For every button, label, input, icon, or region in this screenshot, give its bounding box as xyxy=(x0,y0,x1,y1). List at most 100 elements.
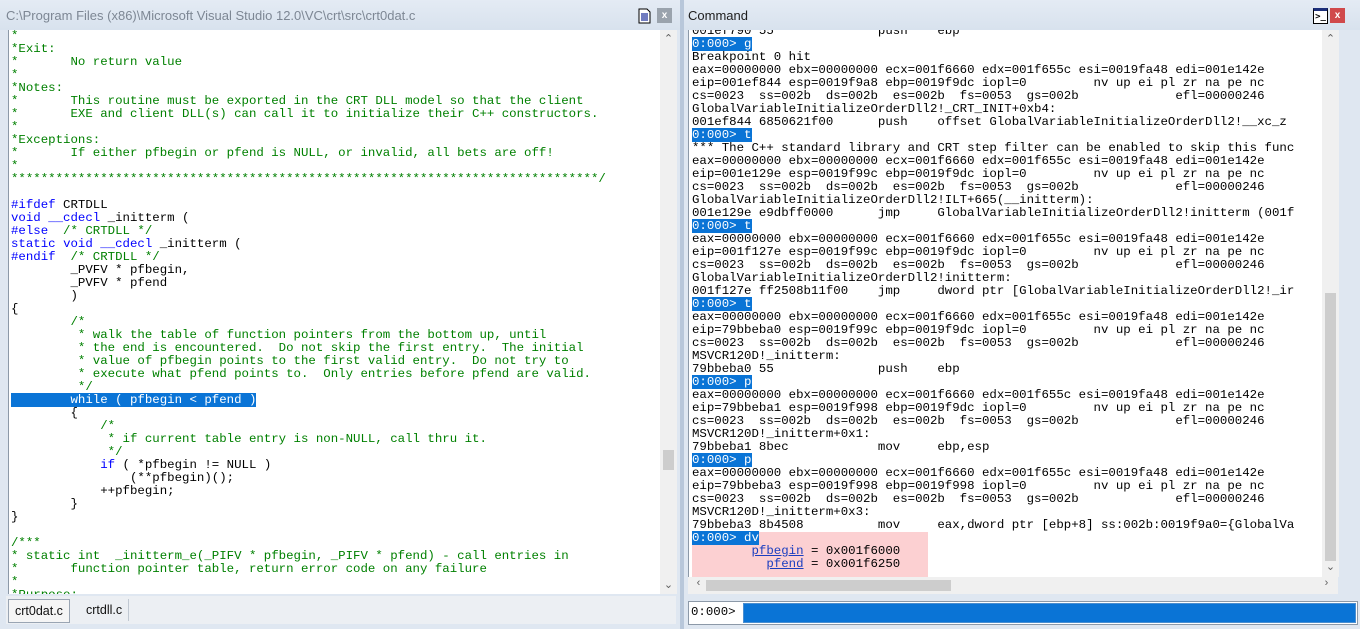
code-token: cs=0023 ss=002b ds=002b es=002b fs=0053 … xyxy=(692,258,1265,272)
code-line: *Purpose: xyxy=(11,588,606,595)
variable-link[interactable]: pfend xyxy=(766,557,803,571)
code-token: * xyxy=(11,575,19,589)
command-output[interactable]: 001ef790 55 push ebp 0:000> g Breakpoint 0… xyxy=(688,30,1339,577)
output-line: 79bbeba3 8b4508 mov eax,dword ptr [ebp+8… xyxy=(692,519,1294,532)
code-token: /* xyxy=(11,315,86,329)
source-code: * *Exit: * No return value * *Notes: * This r… xyxy=(11,30,606,594)
code-token: eax=00000000 ebx=00000000 ecx=001f6660 e… xyxy=(692,466,1265,480)
code-line: ****************************************… xyxy=(11,173,606,186)
source-vertical-scrollbar[interactable]: ⌃ ⌄ xyxy=(660,30,677,594)
code-token: * execute what pfend points to. Only ent… xyxy=(11,367,591,381)
code-token: eax=00000000 ebx=00000000 ecx=001f6660 e… xyxy=(692,154,1265,168)
code-token: * EXE and client DLL(s) can call it to i… xyxy=(11,107,599,121)
command-window: Command >_ x 001ef790 55 push ebp 0:000> … xyxy=(684,0,1360,629)
code-token: #ifdef xyxy=(11,198,56,212)
code-token: *Exceptions: xyxy=(11,133,101,147)
command-prompt: 0:000> g xyxy=(692,37,752,51)
code-line: * EXE and client DLL(s) can call it to i… xyxy=(11,108,606,121)
command-prompt: 0:000> dv xyxy=(692,531,759,545)
code-token: MSVCR120D!_initterm+0x3: xyxy=(692,505,871,519)
code-line: * execute what pfend points to. Only ent… xyxy=(11,368,606,381)
command-horizontal-scrollbar[interactable]: ‹ › xyxy=(688,577,1338,594)
code-token: cs=0023 ss=002b ds=002b es=002b fs=0053 … xyxy=(692,336,1265,350)
source-window-title: C:\Program Files (x86)\Microsoft Visual … xyxy=(6,8,416,23)
code-token: * if current table entry is non-NULL, ca… xyxy=(11,432,487,446)
scroll-up-arrow-icon[interactable]: ⌃ xyxy=(1322,32,1339,48)
scroll-up-arrow-icon[interactable]: ⌃ xyxy=(660,32,677,48)
source-editor[interactable]: * *Exit: * No return value * *Notes: * This r… xyxy=(8,30,677,594)
code-token: 001f127e ff2508b11f00 jmp dword ptr [Glo… xyxy=(692,284,1295,298)
code-token: void xyxy=(11,211,41,225)
command-output-text: 001ef790 55 push ebp 0:000> g Breakpoint 0… xyxy=(692,30,1294,577)
code-token: eip=79bbeba0 esp=0019f99c ebp=0019f9dc i… xyxy=(692,323,1265,337)
code-line: * No return value xyxy=(11,56,606,69)
code-line: ++pfbegin; xyxy=(11,485,606,498)
tab-crtdll[interactable]: crtdll.c xyxy=(80,599,130,621)
code-token: /* xyxy=(11,419,116,433)
output-line: 001ef790 55 push ebp xyxy=(692,30,1294,38)
code-token: _PVFV * pfbegin, xyxy=(11,263,190,277)
code-token: eax=00000000 ebx=00000000 ecx=001f6660 e… xyxy=(692,388,1265,402)
scroll-down-arrow-icon[interactable]: ⌄ xyxy=(660,578,677,594)
scroll-down-arrow-icon[interactable]: ⌄ xyxy=(1322,560,1339,576)
code-token: MSVCR120D!_initterm: xyxy=(692,349,841,363)
command-prompt: 0:000> p xyxy=(692,453,752,467)
source-window-titlebar: C:\Program Files (x86)\Microsoft Visual … xyxy=(0,0,680,30)
code-token: eip=001e129e esp=0019f99c ebp=0019f9dc i… xyxy=(692,167,1265,181)
file-tabs: crt0dat.c crtdll.c xyxy=(6,596,676,624)
source-close-button[interactable]: x xyxy=(657,8,672,23)
code-token: *Notes: xyxy=(11,81,64,95)
code-token: /* CRTDLL */ xyxy=(48,224,153,238)
code-token: 79bbeba3 8b4508 mov eax,dword ptr [ebp+8… xyxy=(692,518,1295,532)
dv-variable-row: pfend = 0x001f6250 xyxy=(692,558,928,571)
source-window: C:\Program Files (x86)\Microsoft Visual … xyxy=(0,0,680,629)
command-prompt-icon[interactable]: >_ xyxy=(1313,8,1328,24)
code-token: eax=00000000 ebx=00000000 ecx=001f6660 e… xyxy=(692,63,1265,77)
code-token: *Purpose: xyxy=(11,588,78,595)
code-token: eip=79bbeba3 esp=0019f998 ebp=0019f998 i… xyxy=(692,479,1265,493)
code-token: _initterm ( xyxy=(152,237,242,251)
code-line: * xyxy=(11,576,606,589)
code-token: * function pointer table, return error c… xyxy=(11,562,487,576)
document-icon[interactable] xyxy=(637,8,652,23)
code-token: *** The C++ standard library and CRT ste… xyxy=(692,141,1295,155)
tab-crt0dat[interactable]: crt0dat.c xyxy=(8,599,70,623)
code-token: 001e129e e9dbff0000 jmp GlobalVariableIn… xyxy=(692,206,1295,220)
command-prompt: 0:000> p xyxy=(692,375,752,389)
scroll-right-arrow-icon[interactable]: › xyxy=(1318,577,1335,593)
command-input-prompt: 0:000> xyxy=(691,605,736,619)
code-token: * xyxy=(11,120,19,134)
code-token: #else xyxy=(11,224,49,238)
code-token: eax=00000000 ebx=00000000 ecx=001f6660 e… xyxy=(692,232,1265,246)
code-line: } xyxy=(11,498,606,511)
command-close-button[interactable]: x xyxy=(1330,8,1345,23)
code-token: Breakpoint 0 hit xyxy=(692,50,811,64)
command-vertical-scrollbar[interactable]: ⌃ ⌄ xyxy=(1322,30,1339,577)
output-line: 001ef844 6850621f00 push offset GlobalVa… xyxy=(692,116,1294,129)
code-token: } xyxy=(11,497,78,511)
code-token: 79bbeba0 55 push ebp xyxy=(692,362,960,376)
command-input[interactable] xyxy=(743,603,1356,623)
variable-link[interactable]: pfbegin xyxy=(752,544,804,558)
command-window-titlebar: Command >_ x xyxy=(684,0,1360,30)
scroll-thumb[interactable] xyxy=(663,450,674,470)
code-token: __cdecl xyxy=(48,211,101,225)
code-token: cs=0023 ss=002b ds=002b es=002b fs=0053 … xyxy=(692,180,1265,194)
scroll-left-arrow-icon[interactable]: ‹ xyxy=(690,577,707,593)
code-line: * function pointer table, return error c… xyxy=(11,563,606,576)
code-token: ++pfbegin; xyxy=(11,484,175,498)
code-line: * If either pfbegin or pfend is NULL, or… xyxy=(11,147,606,160)
code-token: __cdecl xyxy=(100,237,153,251)
code-line: { xyxy=(11,303,606,316)
code-token: */ xyxy=(11,380,93,394)
command-prompt: 0:000> t xyxy=(692,128,752,142)
code-token: #endif xyxy=(11,250,56,264)
code-token: _initterm ( xyxy=(100,211,190,225)
command-prompt: 0:000> t xyxy=(692,297,752,311)
horizontal-scroll-thumb[interactable] xyxy=(706,580,951,591)
scroll-thumb[interactable] xyxy=(1325,293,1336,561)
